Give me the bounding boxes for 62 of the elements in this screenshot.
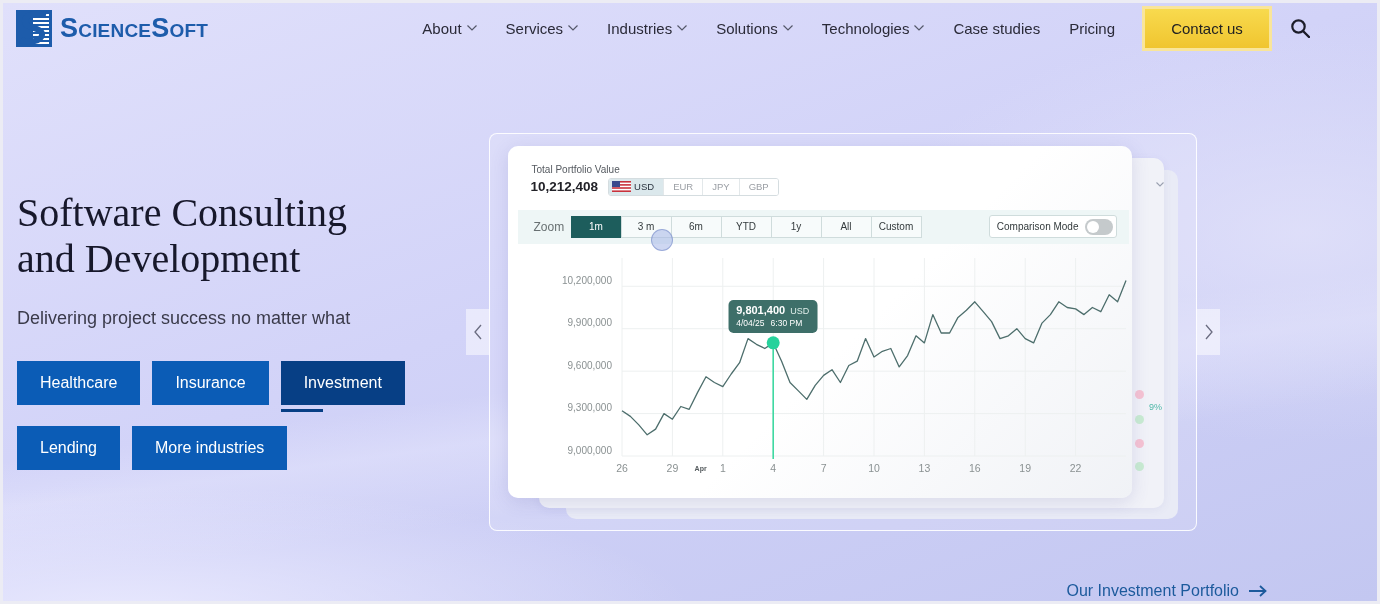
- y-axis-label: 9,000,000: [567, 444, 612, 455]
- x-axis-label: 13: [918, 461, 930, 474]
- chevron-right-icon: [1204, 324, 1213, 340]
- chevron-down-icon: [1156, 182, 1164, 187]
- tooltip-time: 6:30 PM: [770, 318, 803, 329]
- x-axis-label: 19: [1018, 461, 1031, 474]
- x-axis-label: 16: [968, 461, 981, 474]
- nav-link[interactable]: Pricing: [1069, 19, 1115, 37]
- chevron-left-icon: [473, 324, 482, 340]
- toggle-switch[interactable]: [1084, 218, 1113, 235]
- percent-label: 9%: [1149, 402, 1162, 412]
- nav-link[interactable]: Technologies: [821, 19, 925, 37]
- active-indicator: [280, 409, 323, 412]
- data-point-icon: [766, 335, 780, 349]
- y-axis-label: 9,600,000: [567, 359, 612, 371]
- range-button[interactable]: 3 m: [620, 215, 672, 238]
- y-axis-label: 9,300,000: [567, 401, 612, 413]
- portfolio-total: 10,212,408: [530, 179, 599, 194]
- industry-button[interactable]: Healthcare: [17, 361, 141, 405]
- hero-title: Software Consulting and Development: [17, 190, 348, 282]
- hero-subtitle: Delivering project success no matter what: [17, 307, 352, 330]
- y-axis-label: 10,200,000: [561, 274, 612, 286]
- range-button[interactable]: Custom: [870, 215, 922, 238]
- nav-link[interactable]: Solutions: [716, 19, 793, 37]
- x-axis-label: 29: [666, 461, 678, 474]
- x-axis-label: 10: [867, 461, 880, 474]
- range-button[interactable]: YTD: [720, 215, 772, 238]
- industry-button[interactable]: Lending: [17, 426, 120, 470]
- x-axis-label: 4: [769, 461, 776, 474]
- nav-link[interactable]: About: [422, 19, 477, 37]
- industry-button[interactable]: Insurance: [152, 361, 269, 405]
- logo-icon: [16, 9, 52, 47]
- nav-link[interactable]: Industries: [607, 19, 688, 37]
- currency-option[interactable]: USD: [609, 178, 664, 195]
- x-axis-label: 26: [615, 461, 628, 474]
- tooltip-unit: USD: [790, 306, 810, 317]
- portfolio-link[interactable]: Our Investment Portfolio: [1066, 581, 1267, 601]
- contact-button[interactable]: Contact us: [1142, 5, 1272, 51]
- carousel-next-button[interactable]: [1197, 309, 1220, 355]
- range-button[interactable]: All: [820, 215, 872, 238]
- nav-link[interactable]: Services: [505, 19, 579, 37]
- comparison-mode-toggle[interactable]: Comparison Mode: [988, 215, 1117, 238]
- x-axis-label: 7: [820, 461, 826, 474]
- carousel-prev-button[interactable]: [466, 309, 489, 355]
- tooltip-date: 4/04/25: [736, 318, 765, 329]
- x-axis-label: 22: [1069, 461, 1081, 474]
- range-button[interactable]: 6m: [670, 215, 722, 238]
- zoom-label: Zoom: [533, 219, 566, 234]
- industry-button[interactable]: More industries: [131, 426, 288, 470]
- range-button[interactable]: 1m: [570, 215, 622, 238]
- industry-button[interactable]: Investment: [280, 361, 405, 405]
- logo-link[interactable]: ScienceSoft: [16, 9, 208, 47]
- card-caption: Total Portfolio Value: [531, 163, 620, 176]
- flag-icon: [612, 181, 632, 192]
- y-axis-label: 9,900,000: [567, 316, 612, 328]
- arrow-right-icon: [1249, 585, 1267, 597]
- nav-link[interactable]: Case studies: [953, 19, 1041, 37]
- x-axis-label: 1: [719, 461, 726, 474]
- tooltip-value: 9,801,400: [736, 304, 786, 317]
- search-icon[interactable]: [1291, 18, 1310, 38]
- range-button[interactable]: 1y: [770, 215, 822, 238]
- touch-indicator-icon: [650, 228, 673, 251]
